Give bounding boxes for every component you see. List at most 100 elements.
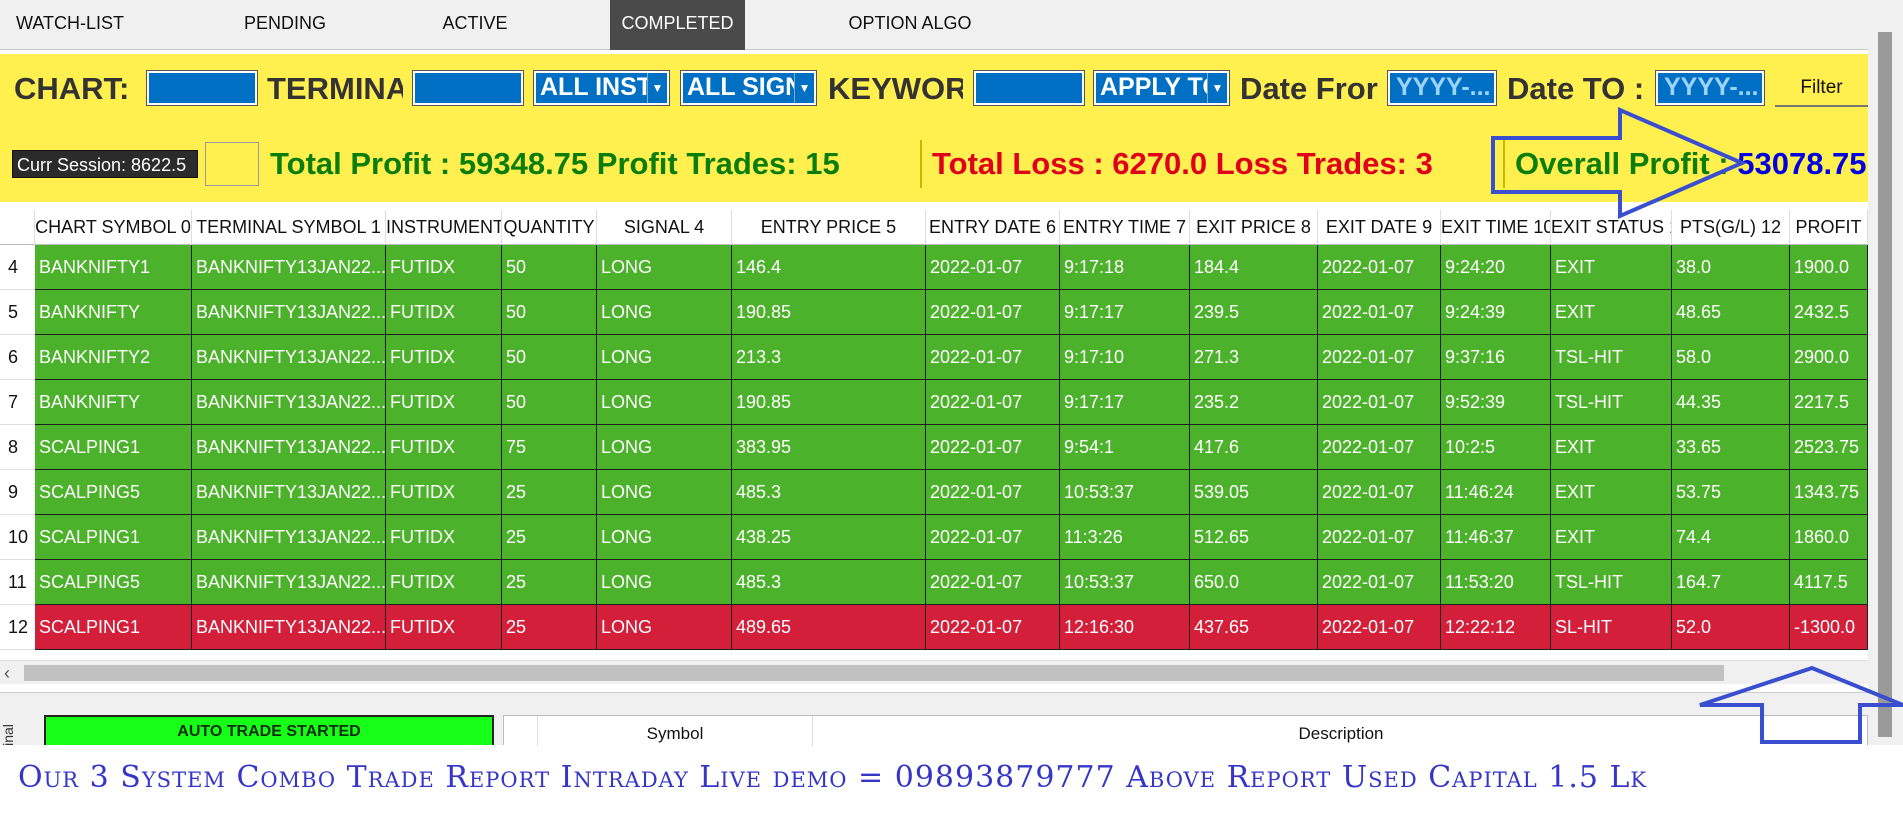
cell-terminal-symbol[interactable]: BANKNIFTY13JAN22... (192, 245, 386, 290)
cell-quantity[interactable]: 50 (502, 245, 597, 290)
cell-points[interactable]: 38.0 (1672, 245, 1790, 290)
cell-instrument[interactable]: FUTIDX (386, 470, 502, 515)
vertical-scrollbar[interactable] (1868, 0, 1903, 745)
cell-exit-time[interactable]: 9:24:20 (1441, 245, 1551, 290)
cell-entry-price[interactable]: 213.3 (732, 335, 926, 380)
cell-exit-time[interactable]: 9:52:39 (1441, 380, 1551, 425)
cell-entry-date[interactable]: 2022-01-07 (926, 290, 1060, 335)
column-header-quantity[interactable]: QUANTITY (502, 210, 597, 245)
cell-points[interactable]: 48.65 (1672, 290, 1790, 335)
cell-exit-time[interactable]: 11:46:37 (1441, 515, 1551, 560)
cell-exit-status[interactable]: EXIT (1551, 470, 1672, 515)
cell-terminal-symbol[interactable]: BANKNIFTY13JAN22... (192, 335, 386, 380)
cell-exit-price[interactable]: 650.0 (1190, 560, 1318, 605)
cell-terminal-symbol[interactable]: BANKNIFTY13JAN22... (192, 290, 386, 335)
cell-chart-symbol[interactable]: BANKNIFTY1 (35, 245, 192, 290)
cell-exit-status[interactable]: TSL-HIT (1551, 380, 1672, 425)
cell-chart-symbol[interactable]: SCALPING5 (35, 560, 192, 605)
cell-profit[interactable]: -1300.0 (1790, 605, 1868, 650)
date-from-input[interactable]: YYYY-... (1387, 70, 1497, 106)
cell-exit-status[interactable]: EXIT (1551, 245, 1672, 290)
column-header-exit-price[interactable]: EXIT PRICE 8 (1190, 210, 1318, 245)
cell-chart-symbol[interactable]: SCALPING1 (35, 425, 192, 470)
cell-exit-price[interactable]: 417.6 (1190, 425, 1318, 470)
tab-pending[interactable]: PENDING (225, 0, 345, 50)
cell-quantity[interactable]: 25 (502, 515, 597, 560)
keyword-filter-input[interactable] (973, 70, 1085, 106)
cell-entry-date[interactable]: 2022-01-07 (926, 605, 1060, 650)
cell-entry-date[interactable]: 2022-01-07 (926, 380, 1060, 425)
cell-exit-price[interactable]: 512.65 (1190, 515, 1318, 560)
column-header-entry-price[interactable]: ENTRY PRICE 5 (732, 210, 926, 245)
cell-entry-time[interactable]: 9:17:18 (1060, 245, 1190, 290)
cell-exit-time[interactable]: 9:24:39 (1441, 290, 1551, 335)
cell-exit-date[interactable]: 2022-01-07 (1318, 470, 1441, 515)
cell-exit-date[interactable]: 2022-01-07 (1318, 425, 1441, 470)
cell-exit-status[interactable]: EXIT (1551, 515, 1672, 560)
vertical-scroll-thumb[interactable] (1878, 32, 1892, 737)
table-row[interactable]: 6 BANKNIFTY2 BANKNIFTY13JAN22... FUTIDX 50 LO… (0, 335, 1868, 380)
cell-instrument[interactable]: FUTIDX (386, 515, 502, 560)
cell-exit-date[interactable]: 2022-01-07 (1318, 515, 1441, 560)
cell-chart-symbol[interactable]: BANKNIFTY2 (35, 335, 192, 380)
cell-signal[interactable]: LONG (597, 605, 732, 650)
cell-exit-price[interactable]: 239.5 (1190, 290, 1318, 335)
tab-option-algo[interactable]: OPTION ALGO (835, 0, 985, 50)
cell-points[interactable]: 33.65 (1672, 425, 1790, 470)
row-number[interactable]: 12 (0, 605, 35, 650)
cell-entry-date[interactable]: 2022-01-07 (926, 425, 1060, 470)
cell-entry-time[interactable]: 11:3:26 (1060, 515, 1190, 560)
cell-entry-price[interactable]: 383.95 (732, 425, 926, 470)
cell-exit-status[interactable]: EXIT (1551, 425, 1672, 470)
cell-signal[interactable]: LONG (597, 335, 732, 380)
cell-exit-time[interactable]: 11:46:24 (1441, 470, 1551, 515)
cell-entry-price[interactable]: 489.65 (732, 605, 926, 650)
tab-completed[interactable]: COMPLETED (610, 0, 745, 50)
cell-profit[interactable]: 2900.0 (1790, 335, 1868, 380)
cell-quantity[interactable]: 25 (502, 560, 597, 605)
cell-instrument[interactable]: FUTIDX (386, 290, 502, 335)
horizontal-scrollbar[interactable]: ‹ (0, 660, 1868, 684)
cell-chart-symbol[interactable]: BANKNIFTY (35, 290, 192, 335)
row-number[interactable]: 4 (0, 245, 35, 290)
cell-entry-date[interactable]: 2022-01-07 (926, 245, 1060, 290)
table-row[interactable]: 8 SCALPING1 BANKNIFTY13JAN22... FUTIDX 75 LON… (0, 425, 1868, 470)
cell-points[interactable]: 74.4 (1672, 515, 1790, 560)
cell-entry-date[interactable]: 2022-01-07 (926, 335, 1060, 380)
cell-exit-status[interactable]: TSL-HIT (1551, 335, 1672, 380)
cell-profit[interactable]: 1860.0 (1790, 515, 1868, 560)
cell-exit-time[interactable]: 10:2:5 (1441, 425, 1551, 470)
cell-entry-date[interactable]: 2022-01-07 (926, 515, 1060, 560)
cell-points[interactable]: 53.75 (1672, 470, 1790, 515)
cell-entry-price[interactable]: 438.25 (732, 515, 926, 560)
table-row[interactable]: 7 BANKNIFTY BANKNIFTY13JAN22... FUTIDX 50 LON… (0, 380, 1868, 425)
column-header-entry-time[interactable]: ENTRY TIME 7 (1060, 210, 1190, 245)
cell-entry-time[interactable]: 10:53:37 (1060, 470, 1190, 515)
cell-exit-date[interactable]: 2022-01-07 (1318, 335, 1441, 380)
cell-exit-time[interactable]: 9:37:16 (1441, 335, 1551, 380)
cell-entry-price[interactable]: 190.85 (732, 380, 926, 425)
cell-exit-date[interactable]: 2022-01-07 (1318, 605, 1441, 650)
row-number[interactable]: 11 (0, 560, 35, 605)
cell-quantity[interactable]: 25 (502, 470, 597, 515)
column-header-points[interactable]: PTS(G/L) 12 (1672, 210, 1790, 245)
cell-exit-price[interactable]: 271.3 (1190, 335, 1318, 380)
cell-entry-time[interactable]: 10:53:37 (1060, 560, 1190, 605)
column-header-signal[interactable]: SIGNAL 4 (597, 210, 732, 245)
cell-entry-price[interactable]: 146.4 (732, 245, 926, 290)
cell-entry-time[interactable]: 9:54:1 (1060, 425, 1190, 470)
row-number[interactable]: 6 (0, 335, 35, 380)
row-number[interactable]: 7 (0, 380, 35, 425)
cell-exit-status[interactable]: SL-HIT (1551, 605, 1672, 650)
cell-terminal-symbol[interactable]: BANKNIFTY13JAN22... (192, 515, 386, 560)
column-header-terminal-symbol[interactable]: TERMINAL SYMBOL 1 (192, 210, 386, 245)
row-number[interactable]: 8 (0, 425, 35, 470)
cell-points[interactable]: 44.35 (1672, 380, 1790, 425)
column-header-entry-date[interactable]: ENTRY DATE 6 (926, 210, 1060, 245)
cell-exit-date[interactable]: 2022-01-07 (1318, 245, 1441, 290)
column-header-exit-status[interactable]: EXIT STATUS 11 (1551, 210, 1672, 245)
cell-chart-symbol[interactable]: BANKNIFTY (35, 380, 192, 425)
cell-entry-time[interactable]: 9:17:17 (1060, 290, 1190, 335)
cell-signal[interactable]: LONG (597, 470, 732, 515)
cell-profit[interactable]: 2432.5 (1790, 290, 1868, 335)
